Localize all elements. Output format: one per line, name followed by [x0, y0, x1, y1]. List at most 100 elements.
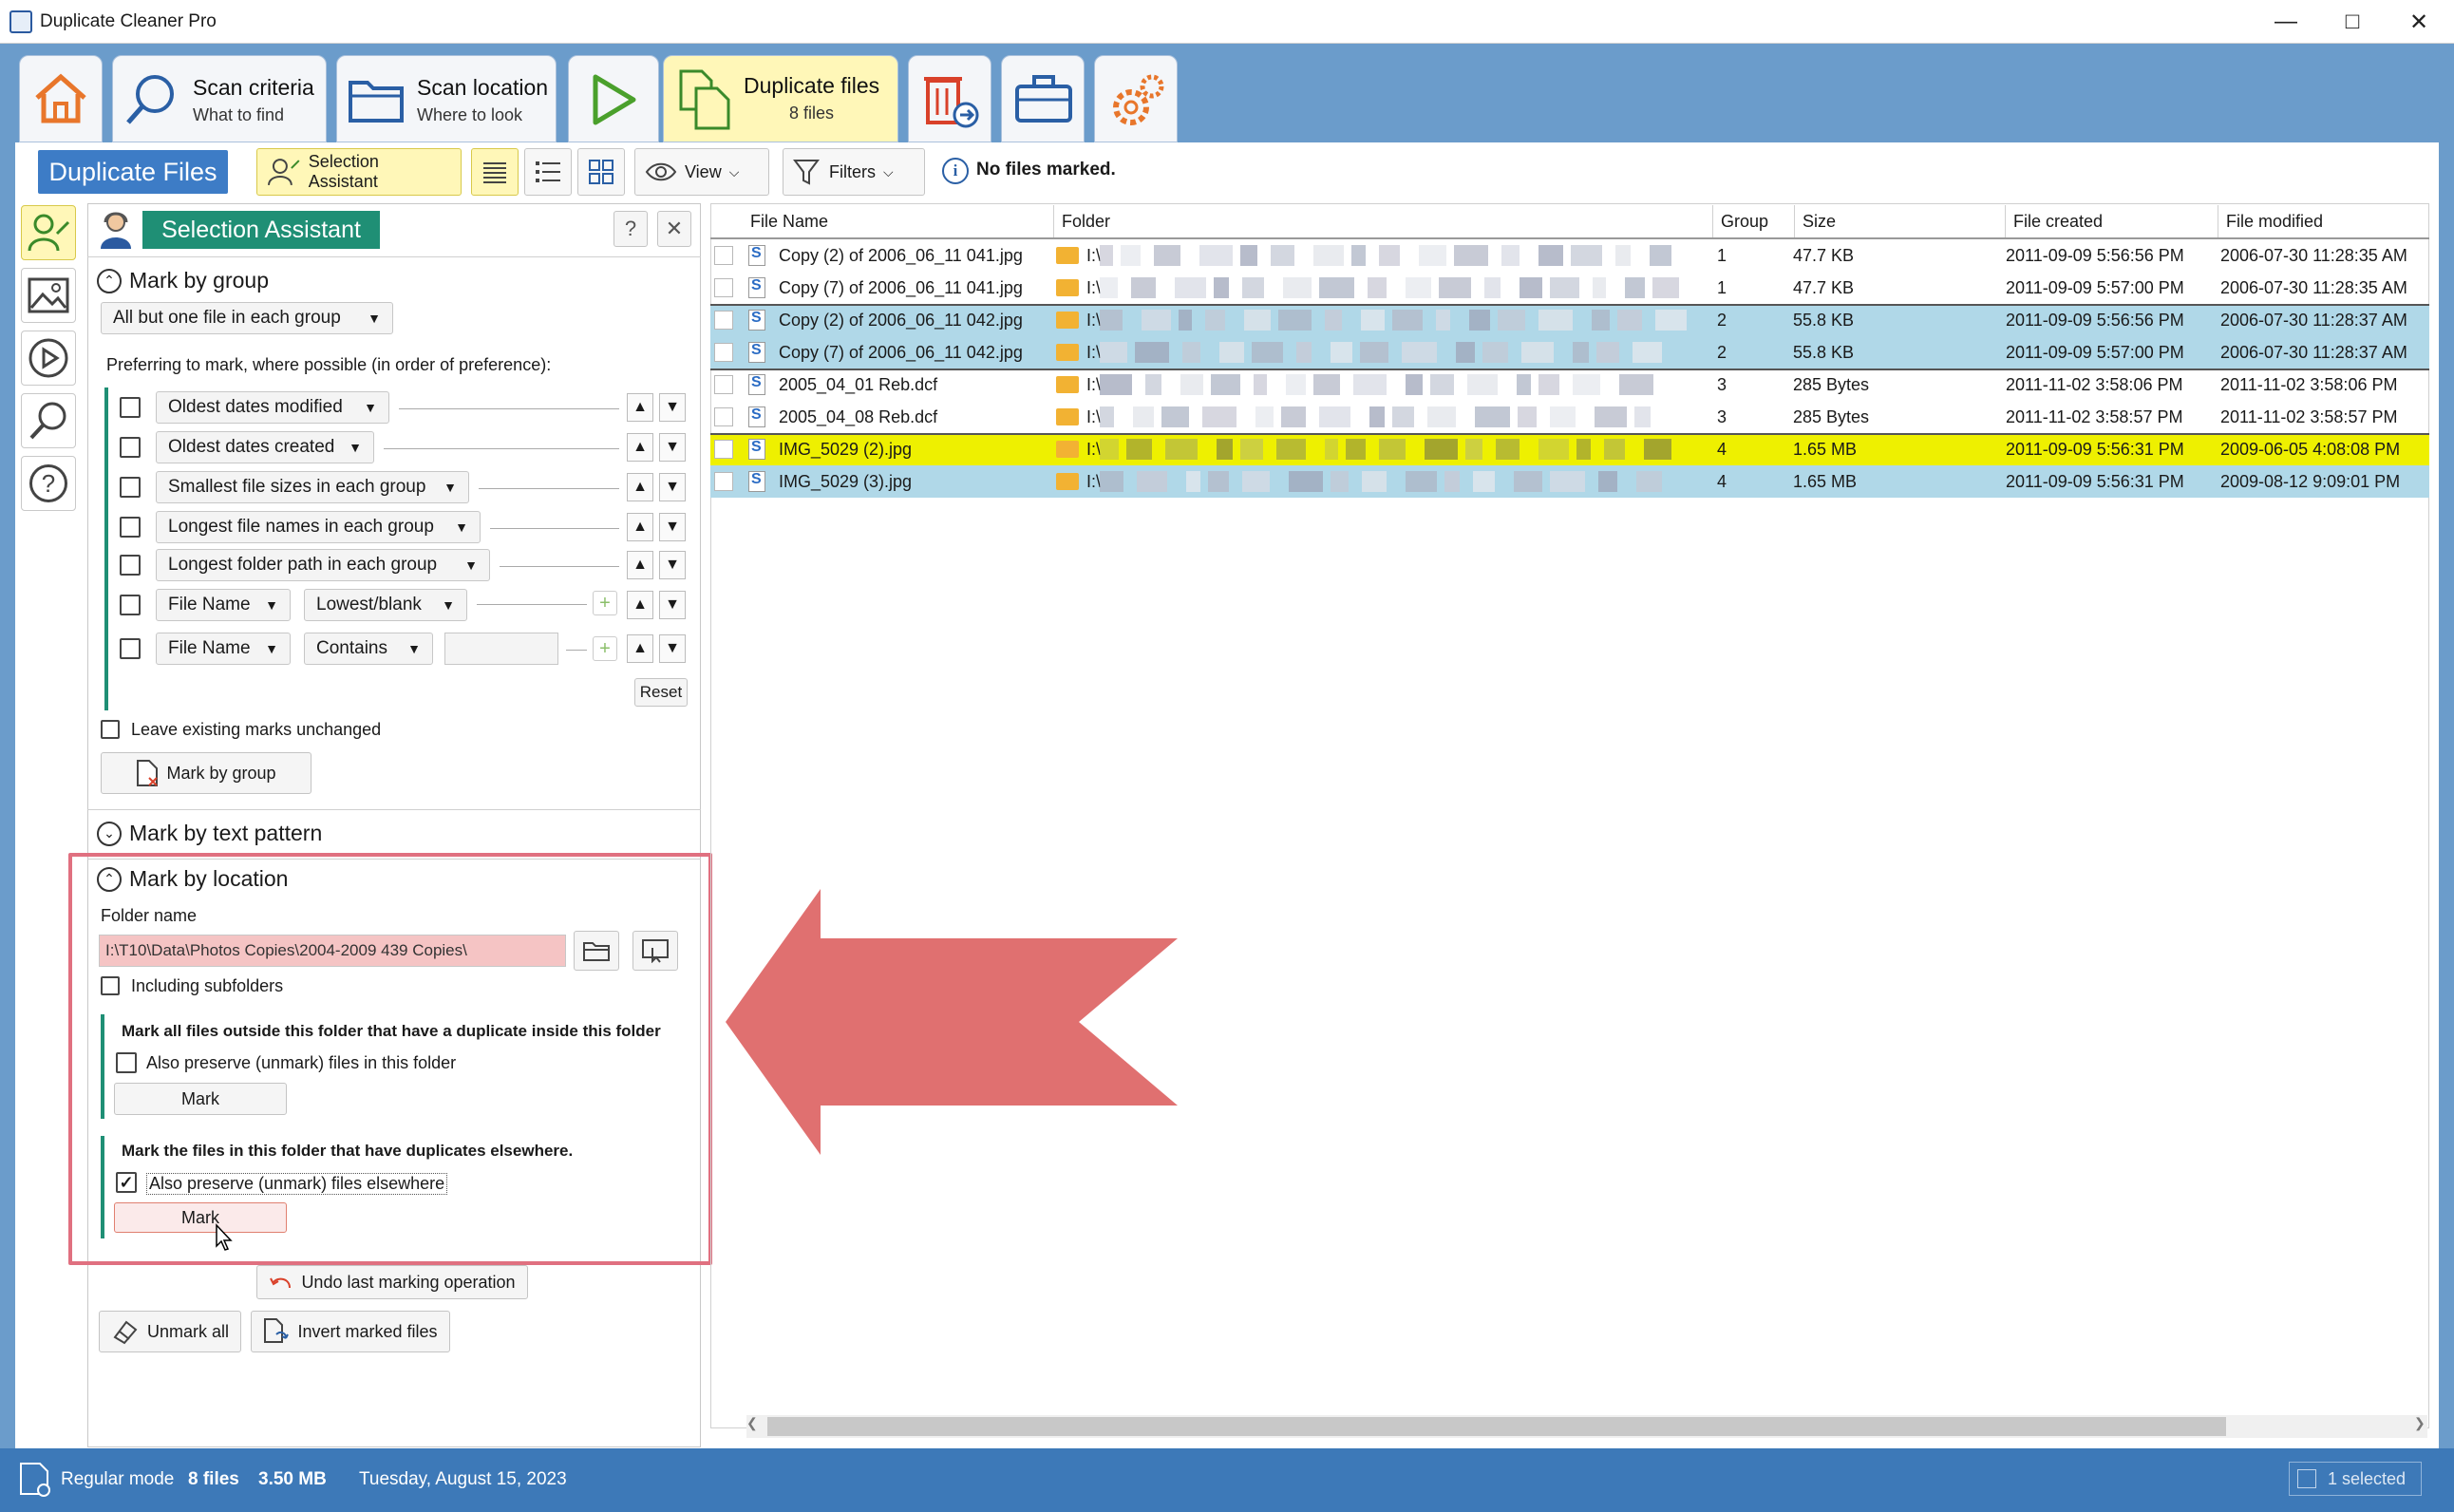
rail-image-preview[interactable] — [21, 268, 76, 323]
pick-folder-button[interactable] — [632, 931, 678, 971]
add-rule-button[interactable]: + — [593, 636, 617, 661]
browse-folder-button[interactable] — [574, 931, 619, 971]
panel-help-button[interactable]: ? — [614, 211, 648, 247]
row-checkbox[interactable] — [714, 343, 733, 362]
move-down-button[interactable]: ▼ — [659, 473, 686, 501]
table-row[interactable]: 2005_04_01 Reb.dcf I:\ 3 285 Bytes 2011-11-0… — [710, 369, 2429, 401]
maximize-button[interactable]: □ — [2319, 0, 2386, 44]
add-rule-button[interactable]: + — [593, 591, 617, 615]
row-checkbox[interactable] — [714, 375, 733, 394]
folder-name-input[interactable] — [99, 935, 566, 967]
rule-dropdown[interactable]: Longest folder path in each group ▼ — [156, 549, 490, 581]
col-size[interactable]: Size — [1795, 205, 2006, 237]
move-up-button[interactable]: ▲ — [627, 513, 653, 541]
preserve-inside-checkbox[interactable] — [116, 1052, 137, 1073]
mark-by-group-header[interactable]: ⌃ Mark by group — [97, 268, 269, 293]
row-checkbox[interactable] — [714, 246, 733, 265]
tab-scan-criteria[interactable]: Scan criteria What to find — [112, 55, 327, 142]
invert-marks-button[interactable]: Invert marked files — [251, 1311, 450, 1352]
move-up-button[interactable]: ▲ — [627, 591, 653, 619]
tab-scan-location[interactable]: Scan location Where to look — [336, 55, 557, 142]
col-file-name[interactable]: File Name — [743, 205, 1054, 237]
panel-close-button[interactable]: ✕ — [657, 211, 691, 247]
move-down-button[interactable]: ▼ — [659, 393, 686, 422]
move-up-button[interactable]: ▲ — [627, 433, 653, 462]
rail-media-preview[interactable] — [21, 331, 76, 386]
leave-marks-checkbox[interactable] — [101, 720, 120, 739]
mark-outside-button[interactable]: Mark — [114, 1083, 287, 1115]
table-row[interactable]: Copy (2) of 2006_06_11 042.jpg I:\ 2 55.8 K… — [710, 304, 2429, 336]
tile-view-button[interactable] — [577, 148, 625, 196]
group-mode-dropdown[interactable]: All but one file in each group ▼ — [101, 302, 393, 334]
rail-search[interactable] — [21, 393, 76, 448]
tab-duplicate-files[interactable]: Duplicate files 8 files — [663, 55, 898, 142]
view-dropdown[interactable]: View ⌵ — [634, 148, 769, 196]
home-tab[interactable] — [19, 55, 103, 142]
settings-tab[interactable] — [1094, 55, 1178, 142]
row-checkbox[interactable] — [714, 440, 733, 459]
move-up-button[interactable]: ▲ — [627, 634, 653, 663]
rail-selection-assistant[interactable] — [21, 205, 76, 260]
filters-dropdown[interactable]: Filters ⌵ — [783, 148, 925, 196]
move-up-button[interactable]: ▲ — [627, 551, 653, 579]
tools-tab[interactable] — [1001, 55, 1085, 142]
rule-checkbox[interactable] — [120, 397, 141, 418]
row-checkbox[interactable] — [714, 278, 733, 297]
unmark-all-button[interactable]: Unmark all — [99, 1311, 241, 1352]
list-view-button[interactable] — [524, 148, 572, 196]
field-dropdown[interactable]: File Name ▼ — [156, 589, 291, 621]
move-down-button[interactable]: ▼ — [659, 634, 686, 663]
rule-dropdown[interactable]: Smallest file sizes in each group ▼ — [156, 471, 469, 503]
mark-by-text-header[interactable]: ⌄ Mark by text pattern — [97, 821, 322, 846]
table-row[interactable]: Copy (2) of 2006_06_11 041.jpg I:\ 1 47.7 K… — [710, 239, 2429, 272]
condition-dropdown[interactable]: Lowest/blank ▼ — [304, 589, 467, 621]
col-file-created[interactable]: File created — [2006, 205, 2218, 237]
table-row[interactable]: 2005_04_08 Reb.dcf I:\ 3 285 Bytes 2011-11-0… — [710, 401, 2429, 433]
condition-dropdown[interactable]: Contains ▼ — [304, 633, 433, 665]
scroll-right-icon[interactable]: ❯ — [2414, 1415, 2426, 1431]
col-group[interactable]: Group — [1713, 205, 1795, 237]
row-checkbox[interactable] — [714, 311, 733, 330]
reset-button[interactable]: Reset — [634, 678, 688, 707]
col-folder[interactable]: Folder — [1054, 205, 1713, 237]
mark-by-group-button[interactable]: Mark by group — [101, 752, 311, 794]
delete-tab[interactable] — [908, 55, 991, 142]
scrollbar-thumb[interactable] — [767, 1417, 2226, 1436]
rule-checkbox[interactable] — [120, 477, 141, 498]
preserve-elsewhere-checkbox[interactable]: ✓ — [116, 1172, 137, 1193]
rule-checkbox[interactable] — [120, 555, 141, 576]
col-file-modified[interactable]: File modified — [2218, 205, 2429, 237]
minimize-button[interactable]: — — [2253, 0, 2319, 44]
contains-value-input[interactable] — [444, 633, 558, 665]
close-window-button[interactable]: ✕ — [2386, 0, 2452, 44]
scroll-left-icon[interactable]: ❮ — [746, 1415, 758, 1431]
rule-dropdown[interactable]: Oldest dates created ▼ — [156, 431, 374, 463]
move-down-button[interactable]: ▼ — [659, 551, 686, 579]
move-up-button[interactable]: ▲ — [627, 473, 653, 501]
rule-checkbox[interactable] — [120, 595, 141, 615]
move-up-button[interactable]: ▲ — [627, 393, 653, 422]
rule-dropdown[interactable]: Oldest dates modified ▼ — [156, 391, 389, 424]
rule-dropdown[interactable]: Longest file names in each group ▼ — [156, 511, 481, 543]
row-checkbox[interactable] — [714, 472, 733, 491]
field-dropdown[interactable]: File Name ▼ — [156, 633, 291, 665]
move-down-button[interactable]: ▼ — [659, 513, 686, 541]
including-subfolders-checkbox[interactable] — [101, 976, 120, 995]
rule-checkbox[interactable] — [120, 638, 141, 659]
rule-checkbox[interactable] — [120, 517, 141, 538]
table-row[interactable]: Copy (7) of 2006_06_11 041.jpg I:\ 1 47.7 K… — [710, 272, 2429, 304]
row-checkbox[interactable] — [714, 407, 733, 426]
table-row[interactable]: IMG_5029 (2).jpg I:\ 4 1.65 MB 2011-09-09 5:… — [710, 433, 2429, 465]
move-down-button[interactable]: ▼ — [659, 591, 686, 619]
table-row[interactable]: Copy (7) of 2006_06_11 042.jpg I:\ 2 55.8 K… — [710, 336, 2429, 369]
selection-assistant-button[interactable]: Selection Assistant — [256, 148, 462, 196]
mark-inside-button[interactable]: Mark — [114, 1202, 287, 1233]
table-row[interactable]: IMG_5029 (3).jpg I:\ 4 1.65 MB 2011-09-09 5:… — [710, 465, 2429, 498]
rail-help[interactable]: ? — [21, 456, 76, 511]
undo-button[interactable]: Undo last marking operation — [256, 1265, 528, 1299]
start-scan-tab[interactable] — [568, 55, 659, 142]
move-down-button[interactable]: ▼ — [659, 433, 686, 462]
rule-checkbox[interactable] — [120, 437, 141, 458]
mark-by-location-header[interactable]: ⌃ Mark by location — [97, 866, 288, 892]
detail-view-button[interactable] — [471, 148, 519, 196]
